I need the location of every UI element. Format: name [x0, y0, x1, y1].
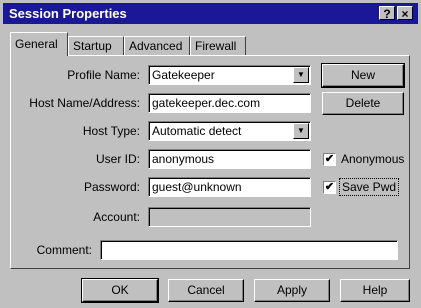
- host-type-value: Automatic detect: [152, 124, 242, 138]
- ok-button[interactable]: OK: [81, 278, 159, 303]
- cancel-button[interactable]: Cancel: [168, 279, 244, 302]
- anonymous-checkbox[interactable]: ✔: [323, 153, 336, 166]
- host-name-label: Host Name/Address:: [29, 96, 140, 110]
- close-button[interactable]: ×: [397, 6, 413, 21]
- tab-startup[interactable]: Startup: [68, 36, 124, 55]
- tab-firewall[interactable]: Firewall: [190, 36, 246, 55]
- help-button[interactable]: Help: [340, 279, 410, 302]
- save-pwd-checkbox[interactable]: ✔: [323, 181, 336, 194]
- chevron-down-icon[interactable]: ▼: [293, 67, 309, 83]
- window-title: Session Properties: [9, 6, 127, 21]
- profile-name-value: Gatekeeper: [152, 68, 215, 82]
- host-type-label: Host Type:: [82, 124, 140, 138]
- user-id-input[interactable]: anonymous: [148, 149, 311, 169]
- new-button[interactable]: New: [321, 63, 405, 88]
- host-name-input[interactable]: gatekeeper.dec.com: [148, 93, 311, 113]
- delete-button[interactable]: Delete: [322, 92, 404, 115]
- title-bar: Session Properties ? ×: [3, 3, 418, 24]
- tab-general[interactable]: General: [10, 32, 68, 56]
- session-properties-dialog: Session Properties ? × General Startup A…: [0, 0, 421, 308]
- host-type-dropdown[interactable]: Automatic detect ▼: [148, 121, 311, 141]
- help-title-button[interactable]: ?: [379, 6, 395, 21]
- apply-button[interactable]: Apply: [254, 279, 330, 302]
- comment-label: Comment:: [36, 243, 92, 257]
- account-input[interactable]: [148, 207, 311, 227]
- user-id-label: User ID:: [95, 152, 140, 166]
- save-pwd-label[interactable]: Save Pwd: [338, 178, 400, 196]
- profile-name-label: Profile Name:: [67, 68, 140, 82]
- comment-input[interactable]: [100, 240, 398, 260]
- password-label: Password:: [83, 180, 140, 194]
- tab-advanced[interactable]: Advanced: [124, 36, 190, 55]
- account-label: Account:: [93, 210, 140, 224]
- anonymous-label[interactable]: Anonymous: [341, 152, 404, 166]
- profile-name-dropdown[interactable]: Gatekeeper ▼: [148, 65, 311, 85]
- chevron-down-icon[interactable]: ▼: [293, 123, 309, 139]
- password-input[interactable]: guest@unknown: [148, 177, 311, 197]
